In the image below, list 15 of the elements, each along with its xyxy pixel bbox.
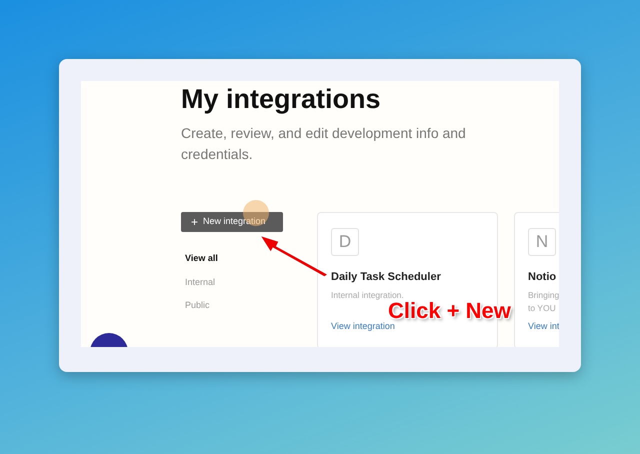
page-subtitle: Create, review, and edit development info and credentials. bbox=[181, 124, 467, 164]
letter-icon: D bbox=[331, 228, 359, 256]
integration-description: Bringing bbox=[528, 288, 559, 302]
view-integration-link[interactable]: View int bbox=[528, 320, 559, 334]
new-integration-button[interactable]: + New integration bbox=[181, 212, 283, 232]
page-title: My integrations bbox=[181, 85, 382, 115]
filter-item[interactable]: View all bbox=[181, 248, 317, 270]
filter-item[interactable]: Internal bbox=[181, 272, 317, 294]
filter-item[interactable]: Public bbox=[181, 295, 317, 317]
integration-description: Internal integration. bbox=[331, 288, 404, 302]
integration-name: Notio bbox=[528, 270, 558, 286]
integration-name: Daily Task Scheduler bbox=[331, 270, 442, 286]
letter-icon: N bbox=[528, 228, 556, 256]
view-integration-link[interactable]: View integration bbox=[331, 320, 484, 334]
integration-description: to YOU bbox=[528, 302, 556, 316]
